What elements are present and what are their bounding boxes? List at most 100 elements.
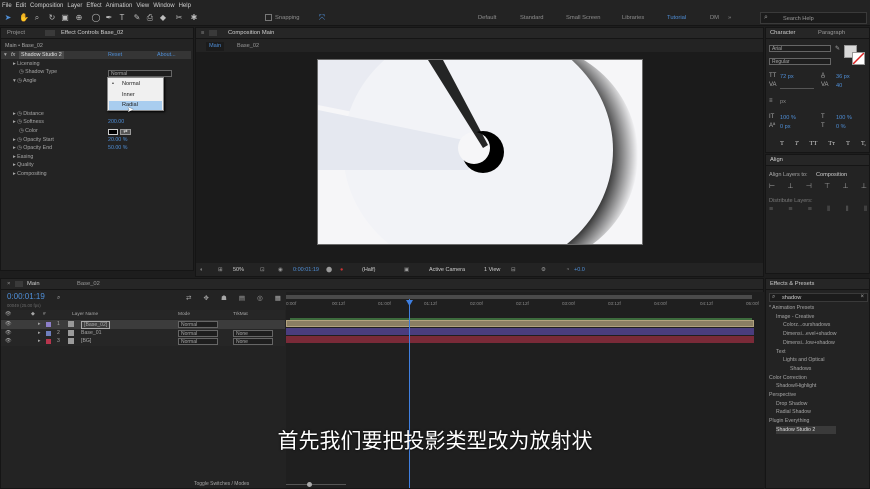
distribute-left-icon[interactable]: ⦀	[827, 206, 830, 214]
opacity-end-row[interactable]: ▸ ◷ Opacity End	[13, 144, 52, 153]
workspace-default[interactable]: Default	[478, 15, 496, 21]
clone-stamp-tool-icon[interactable]: ⎙	[145, 13, 155, 23]
preview-icon[interactable]: ◐	[200, 264, 203, 276]
exposure-value[interactable]: +0.0	[574, 264, 585, 276]
time-ruler[interactable]: 0:00f 00:12f 01:00f 01:12f 02:00f 02:12f 03:00…	[286, 299, 759, 311]
eyedropper-tool-icon[interactable]: ✎	[835, 45, 840, 52]
selection-tool-icon[interactable]: ➤	[3, 13, 13, 23]
roto-brush-tool-icon[interactable]: ✂	[174, 13, 184, 23]
menu-help[interactable]: Help	[179, 3, 191, 9]
panel-menu-icon[interactable]: ≡	[201, 30, 204, 36]
opacity-end-value[interactable]: 50.00 %	[108, 144, 127, 153]
small-caps-button[interactable]: Tт	[828, 140, 835, 147]
search-help-field[interactable]: ⌕ Search Help	[760, 12, 867, 24]
region-icon[interactable]: ▣	[404, 264, 409, 276]
tab-effect-controls[interactable]: Effect Controls Base_02	[61, 30, 123, 36]
angle-row[interactable]: ▾ ◷ Angle	[13, 77, 37, 86]
layer-bar-base01[interactable]	[286, 328, 754, 335]
layer-row[interactable]: 👁 ▸ 2 Base_01 Normal None	[1, 328, 285, 338]
camera-snapshot-icon[interactable]: ⬤	[326, 264, 332, 276]
timeline-timecode[interactable]: 0:00:01:19	[7, 292, 45, 301]
graph-editor-icon[interactable]: ▦	[275, 294, 281, 302]
dropdown-option-inner[interactable]: Inner	[108, 91, 163, 100]
type-tool-icon[interactable]: T	[117, 13, 127, 23]
resolution-select[interactable]: (Half)	[362, 264, 375, 276]
dropdown-option-normal[interactable]: • Normal	[108, 80, 163, 89]
font-size-value[interactable]: 72 px	[780, 74, 794, 80]
comp-lock-icon[interactable]	[209, 30, 217, 36]
font-family-select[interactable]: Arial	[769, 45, 831, 52]
effects-tree-item[interactable]: Radial Shadow	[776, 408, 870, 417]
comp-subtab-base02[interactable]: Base_02	[237, 42, 259, 51]
toggle-switches-modes[interactable]: Toggle Switches / Modes	[194, 480, 249, 489]
playhead[interactable]	[409, 299, 410, 488]
layer-name[interactable]: [BG]	[81, 337, 91, 346]
menu-window[interactable]: Window	[153, 3, 174, 9]
effects-tree-item[interactable]: Lights and Optical	[783, 356, 870, 365]
layer-row[interactable]: 👁 ▸ 3 [BG] Normal None	[1, 337, 285, 346]
menu-view[interactable]: View	[136, 3, 149, 9]
zoom-tool-icon[interactable]: ⌕	[32, 13, 42, 23]
view-layout-select[interactable]: 1 View	[484, 264, 500, 276]
workspace-dm[interactable]: DM	[710, 15, 719, 21]
zoom-select[interactable]: 50%	[233, 264, 244, 276]
reset-link[interactable]: Reset	[108, 51, 122, 59]
tab-effects-presets[interactable]: Effects & Presets	[770, 281, 814, 287]
distribute-vcenter-icon[interactable]: ≡	[788, 206, 792, 214]
effects-tree-item[interactable]: Drop Shadow	[776, 400, 870, 409]
distribute-top-icon[interactable]: ≡	[769, 206, 773, 214]
menu-edit[interactable]: Edit	[16, 3, 26, 9]
eye-icon[interactable]: 👁	[5, 320, 12, 329]
expand-arrow-icon[interactable]: ▸	[38, 337, 41, 346]
superscript-button[interactable]: T	[846, 140, 850, 147]
puppet-tool-icon[interactable]: ✱	[189, 13, 199, 23]
hand-tool-icon[interactable]: ✋	[19, 13, 29, 23]
camera-select[interactable]: Active Camera	[429, 264, 465, 276]
label-color-swatch[interactable]	[46, 330, 51, 336]
snapshot-icon[interactable]: ◉	[278, 264, 283, 276]
expand-arrow-icon[interactable]: ▾	[4, 51, 7, 59]
distribute-right-icon[interactable]: ⦀	[864, 206, 867, 214]
menu-layer[interactable]: Layer	[67, 3, 82, 9]
timeline-graph-area[interactable]: 0:00f 00:12f 01:00f 01:12f 02:00f 02:12f 03:00…	[286, 292, 764, 488]
brush-tool-icon[interactable]: ✎	[132, 13, 142, 23]
timeline-close-icon[interactable]: ×	[7, 281, 10, 287]
tab-align[interactable]: Align	[770, 157, 783, 163]
kerning-select[interactable]	[780, 83, 814, 89]
camera-tool-icon[interactable]: ▣	[60, 13, 70, 23]
stroke-unit[interactable]: px	[780, 99, 786, 105]
comp-viewer[interactable]	[196, 52, 763, 263]
eyedropper-icon[interactable]: ⇄	[120, 129, 131, 135]
align-bottom-icon[interactable]: ⊥	[861, 182, 867, 190]
frame-blending-icon[interactable]: ▤	[239, 294, 245, 302]
shadow-type-row[interactable]: ◷ Shadow Type	[19, 68, 57, 77]
timeline-tab-main[interactable]: Main	[27, 281, 40, 287]
effects-tree-item[interactable]: * Animation Presets	[769, 304, 870, 313]
effects-tree-item[interactable]: Image - Creative	[776, 313, 870, 322]
pen-tool-icon[interactable]: ✒	[104, 13, 114, 23]
align-right-icon[interactable]: ⊣	[806, 182, 812, 190]
menu-effect[interactable]: Effect	[86, 3, 101, 9]
vertical-scale-value[interactable]: 100 %	[780, 115, 796, 121]
tab-project[interactable]: Project	[7, 30, 25, 36]
layer-bar-bg[interactable]	[286, 336, 754, 343]
leading-value[interactable]: 36 px	[836, 74, 850, 80]
workspace-libraries[interactable]: Libraries	[622, 15, 644, 21]
snapping-checkbox[interactable]	[265, 14, 272, 21]
color-channel-icon[interactable]: ●	[340, 264, 343, 276]
mask-tool-icon[interactable]: ◯	[91, 13, 101, 23]
distribute-bottom-icon[interactable]: ≡	[808, 206, 812, 214]
pan-behind-tool-icon[interactable]: ⊕	[74, 13, 84, 23]
snap-options-icon[interactable]: ⤧	[317, 13, 327, 23]
tracking-value[interactable]: 40	[836, 83, 842, 89]
tsume-value[interactable]: 0 %	[836, 124, 846, 130]
layer-name[interactable]: Base_01	[81, 329, 101, 338]
layer-trkmat-select[interactable]: None	[233, 329, 273, 337]
exposure-icon[interactable]: ◔	[566, 264, 569, 276]
distribute-hcenter-icon[interactable]: ⦀	[846, 206, 849, 214]
effects-tree-item[interactable]: Text	[776, 348, 870, 357]
softness-row[interactable]: ▸ ◷ Softness	[13, 118, 44, 127]
effects-search-field[interactable]: ⌕ shadow ×	[769, 293, 868, 302]
effects-tree-item[interactable]: Shadow/Highlight	[776, 382, 870, 391]
layer-mode-select[interactable]: Normal	[178, 321, 218, 328]
